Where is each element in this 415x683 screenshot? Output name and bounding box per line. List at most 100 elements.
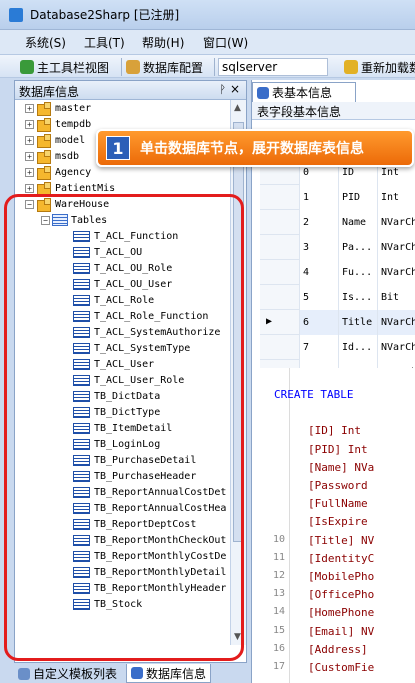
menu-bar: 系统(S) 工具(T) 帮助(H) 窗口(W) <box>0 30 415 54</box>
cell-type: Int <box>381 167 400 178</box>
tree-node-label: PatientMis <box>55 182 116 194</box>
database-icon <box>131 667 143 679</box>
expand-icon[interactable]: + <box>25 135 34 145</box>
code-line: [CustomFie <box>308 661 375 674</box>
row-header[interactable] <box>260 285 300 310</box>
cell-no: 0 <box>303 167 310 178</box>
tree-node-label: tempdb <box>55 118 92 130</box>
row-header[interactable] <box>260 335 300 360</box>
toolbar-separator <box>121 58 122 76</box>
db-config-button[interactable]: 数据库配置 <box>126 57 203 77</box>
tab-database-info[interactable]: 数据库信息 <box>126 664 212 683</box>
cell-divider <box>377 310 378 335</box>
tree-node-label: master <box>55 102 92 114</box>
code-line: [HomePhone <box>308 606 375 620</box>
cell-no: 6 <box>303 317 310 328</box>
expand-icon[interactable]: + <box>25 183 34 193</box>
cell-type: NVarCh <box>381 217 415 228</box>
callout-tip: 1 单击数据库节点，展开数据库表信息 <box>96 129 414 167</box>
row-header[interactable] <box>260 260 300 285</box>
field-info-subtitle: 表字段基本信息 <box>252 102 415 120</box>
row-header[interactable] <box>260 235 300 260</box>
expand-icon[interactable]: + <box>25 103 34 113</box>
cell-name: Id... <box>342 342 373 353</box>
expand-icon[interactable]: + <box>25 151 34 161</box>
sql-editor[interactable]: 10 11 12 13 14 15 16 17 CREATE TABLE [ID] Int [PI… <box>260 368 415 683</box>
window-title: Database2Sharp [已注册] <box>30 8 180 22</box>
cell-name: PID <box>342 192 361 203</box>
panel-header: 数据库信息 ᚹ × <box>15 81 246 100</box>
expand-icon[interactable]: + <box>25 167 34 177</box>
tree-node-database[interactable]: + tempdb <box>25 116 91 132</box>
cell-divider <box>338 185 339 210</box>
tab-template-list[interactable]: 自定义模板列表 <box>14 664 121 683</box>
row-header[interactable] <box>260 185 300 210</box>
tree-node-database[interactable]: + master <box>25 100 91 116</box>
title-bar: Database2Sharp [已注册] <box>0 0 415 30</box>
cell-type: NVarCh <box>381 267 415 278</box>
tree-node-database[interactable]: + model <box>25 132 85 148</box>
table-row[interactable]: 3 Pa... NVarCh <box>260 235 415 260</box>
cell-no: 4 <box>303 267 310 278</box>
app-icon <box>9 8 23 22</box>
panel-title: 数据库信息 <box>19 85 80 99</box>
cell-type: Int <box>381 192 400 203</box>
code-line: [ID] Int <box>308 424 361 438</box>
table-row[interactable]: 4 Fu... NVarCh <box>260 260 415 285</box>
menu-help[interactable]: 帮助(H) <box>142 34 184 51</box>
database-icon <box>36 165 52 180</box>
cell-divider <box>338 235 339 260</box>
database-icon <box>36 181 52 196</box>
tree-node-label: Agency <box>55 166 92 178</box>
reload-icon <box>344 60 358 74</box>
code-line: [Title] NV <box>308 533 375 547</box>
database-icon <box>36 133 52 148</box>
table-row[interactable]: 1 PID Int <box>260 185 415 210</box>
code-line: [IdentityC <box>308 551 375 565</box>
tree-node-label: msdb <box>55 150 80 162</box>
tree-node-database[interactable]: + Agency <box>25 164 91 180</box>
table-row[interactable]: 7 Id... NVarCh <box>260 335 415 360</box>
code-line: CREATE TABLE <box>274 388 354 401</box>
menu-window[interactable]: 窗口(W) <box>203 34 248 51</box>
pin-icon[interactable]: ᚹ <box>219 83 226 96</box>
line-number: 17 <box>272 661 285 672</box>
table-row[interactable]: 5 Is... Bit <box>260 285 415 310</box>
reload-button[interactable]: 重新加载数 <box>344 57 415 77</box>
template-icon <box>18 667 30 680</box>
line-number: 11 <box>272 551 285 563</box>
cell-divider <box>299 335 300 360</box>
cell-divider <box>338 210 339 235</box>
table-row[interactable]: ▶ 6 Title NVarCh <box>260 310 415 335</box>
database-icon <box>36 149 52 164</box>
menu-tools[interactable]: 工具(T) <box>84 34 125 51</box>
expand-icon[interactable]: + <box>25 119 34 129</box>
main-toolbar-view-button[interactable]: 主工具栏视图 <box>20 57 109 77</box>
line-gutter: 10 11 12 13 14 15 16 17 <box>260 368 290 683</box>
db-type-select[interactable]: sqlserver <box>218 58 328 76</box>
highlight-box <box>4 194 244 661</box>
table-row[interactable]: 2 Name NVarCh <box>260 210 415 235</box>
callout-text: 单击数据库节点，展开数据库表信息 <box>140 141 364 157</box>
code-line: [FullName <box>308 497 368 511</box>
database-icon <box>36 117 52 132</box>
menu-system[interactable]: 系统(S) <box>25 34 66 51</box>
cell-divider <box>299 310 300 335</box>
line-number: 16 <box>272 642 285 654</box>
line-number: 13 <box>272 588 285 600</box>
tree-node-label: model <box>55 134 86 146</box>
tree-node-database[interactable]: + msdb <box>25 148 79 164</box>
row-header[interactable] <box>260 210 300 235</box>
table-icon <box>257 86 269 99</box>
toolbar: 主工具栏视图 数据库配置 sqlserver 重新加载数 <box>0 54 415 78</box>
line-number: 12 <box>272 570 285 581</box>
cell-divider <box>338 310 339 335</box>
close-icon[interactable]: × <box>230 82 240 96</box>
row-header[interactable]: ▶ <box>260 310 300 335</box>
cell-type: NVarCh <box>381 342 415 353</box>
cell-divider <box>299 285 300 310</box>
cell-divider <box>299 260 300 285</box>
tab-table-basic-info[interactable]: 表基本信息 <box>252 82 356 102</box>
scroll-up-icon[interactable]: ▲ <box>234 103 241 113</box>
database-icon <box>36 101 52 116</box>
